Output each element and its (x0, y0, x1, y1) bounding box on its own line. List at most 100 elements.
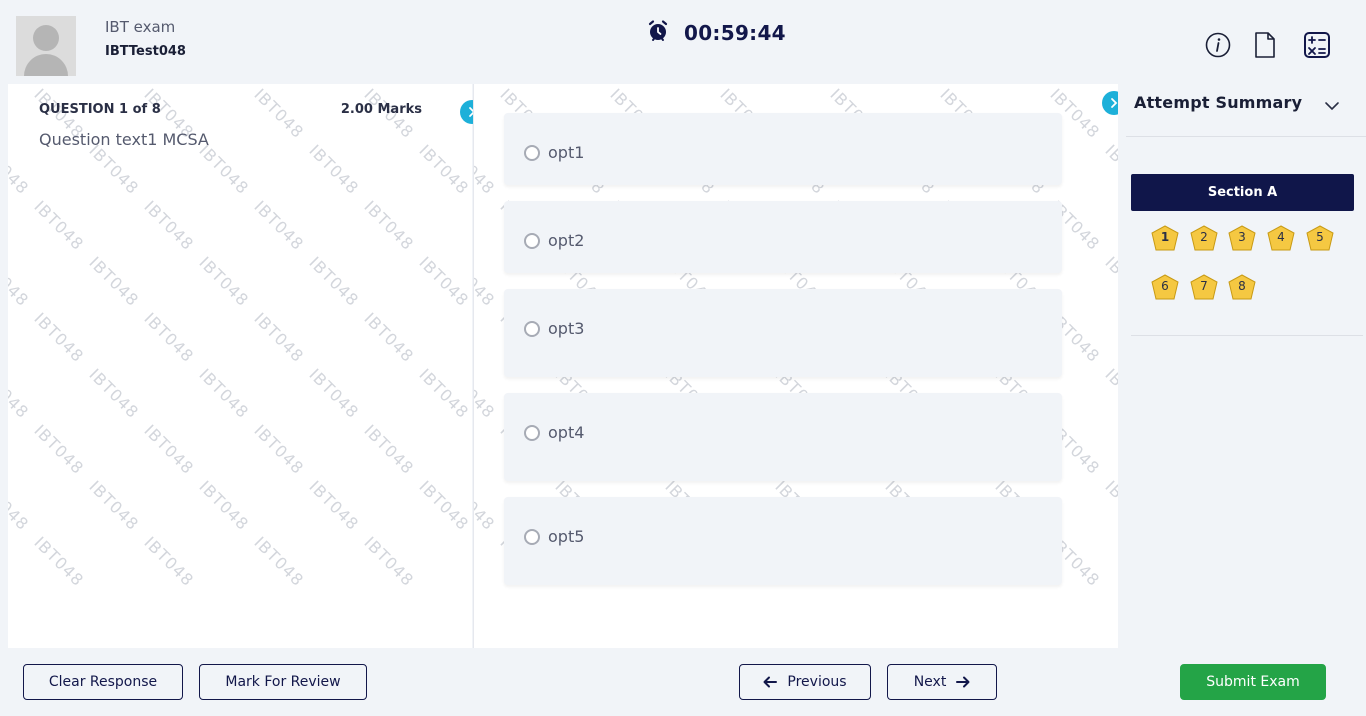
question-panel: IBT048 IBT048 IBT048 IBT048 IBT048 IBT048 IBT0… (8, 84, 472, 648)
watermark-text: IBT048 (551, 84, 608, 86)
option-4[interactable]: opt4 (504, 393, 1062, 481)
watermark-text: IBT048 (473, 140, 499, 199)
divider (1126, 136, 1366, 137)
option-label: opt3 (548, 319, 585, 338)
watermark-text: IBT048 (30, 196, 88, 255)
question-badge-7[interactable]: 7 (1190, 274, 1218, 300)
watermark-text: IBT048 (1101, 364, 1118, 423)
watermark-text: IBT048 (30, 532, 88, 591)
question-badge-8[interactable]: 8 (1228, 274, 1256, 300)
option-label: opt4 (548, 423, 585, 442)
watermark-text: IBT048 (140, 532, 198, 591)
watermark-text: IBT048 (470, 309, 472, 366)
calculator-icon[interactable] (1303, 30, 1331, 60)
question-badge-3[interactable]: 3 (1228, 225, 1256, 251)
arrow-left-icon (763, 676, 778, 688)
watermark-text: IBT048 (661, 84, 718, 86)
watermark-text: IBT048 (1101, 140, 1118, 199)
watermark-text: IBT048 (415, 84, 472, 86)
watermark-text: IBT048 (991, 84, 1048, 86)
watermark-text: IBT048 (195, 476, 253, 535)
watermark-text: IBT048 (140, 420, 198, 479)
watermark-text: IBT048 (305, 252, 363, 311)
section-header[interactable]: Section A (1131, 174, 1354, 211)
watermark-text: IBT048 (881, 84, 938, 86)
options-panel: IBT048 IBT048 IBT048 IBT048 IBT048 IBT048 IBT0… (473, 84, 1118, 648)
watermark-text: IBT048 (195, 252, 253, 311)
option-5[interactable]: opt5 (504, 497, 1062, 585)
question-badge-1[interactable]: 1 (1151, 225, 1179, 251)
watermark-text: IBT048 (85, 364, 143, 423)
watermark-text: IBT048 (305, 364, 363, 423)
watermark-text: IBT048 (250, 308, 308, 367)
attempt-summary-title: Attempt Summary (1134, 93, 1303, 112)
watermark-text: IBT048 (360, 532, 418, 591)
radio-button[interactable] (524, 321, 540, 337)
question-number: QUESTION 1 of 8 (39, 102, 161, 117)
watermark-text: IBT048 (250, 196, 308, 255)
watermark-text: IBT048 (85, 84, 142, 86)
watermark-text: IBT048 (250, 84, 308, 143)
clear-response-button[interactable]: Clear Response (23, 664, 183, 700)
watermark-text: IBT048 (140, 308, 198, 367)
watermark-text: IBT048 (8, 84, 33, 86)
option-label: opt2 (548, 231, 585, 250)
watermark-text: IBT048 (305, 84, 362, 86)
avatar (16, 16, 76, 76)
watermark-text: IBT048 (8, 364, 33, 423)
option-label: opt1 (548, 143, 585, 162)
watermark-text: IBT048 (415, 140, 472, 199)
watermark-text: IBT048 (1101, 84, 1118, 86)
watermark-text: IBT048 (250, 532, 308, 591)
document-icon[interactable] (1251, 30, 1279, 60)
watermark-text: IBT048 (250, 420, 308, 479)
watermark-text: IBT048 (140, 196, 198, 255)
next-button[interactable]: Next (887, 664, 997, 700)
question-text: Question text1 MCSA (39, 130, 209, 149)
info-icon[interactable] (1204, 30, 1232, 60)
question-badge-4[interactable]: 4 (1267, 225, 1295, 251)
header: IBT exam IBTTest048 00:59:44 (0, 0, 1366, 84)
watermark-text: IBT048 (8, 476, 33, 535)
submit-exam-button[interactable]: Submit Exam (1180, 664, 1326, 700)
question-badge-5[interactable]: 5 (1306, 225, 1334, 251)
radio-button[interactable] (524, 233, 540, 249)
watermark-text: IBT048 (305, 476, 363, 535)
watermark-text: IBT048 (30, 420, 88, 479)
chevron-down-icon[interactable] (1324, 96, 1340, 115)
watermark-text: IBT048 (360, 420, 418, 479)
watermark-text: IBT048 (415, 252, 472, 311)
watermark-text: IBT048 (474, 84, 499, 86)
watermark-text: IBT048 (473, 252, 499, 311)
exam-timer: 00:59:44 (646, 19, 786, 47)
question-badge-2[interactable]: 2 (1190, 225, 1218, 251)
attempt-summary-panel: Attempt Summary Section A 1 2 3 4 5 6 7 … (1118, 84, 1366, 648)
radio-button[interactable] (524, 145, 540, 161)
watermark-text: IBT048 (30, 308, 88, 367)
question-badge-6[interactable]: 6 (1151, 274, 1179, 300)
question-marks: 2.00 Marks (340, 102, 422, 117)
watermark-text: IBT048 (415, 476, 472, 535)
watermark-text: IBT048 (85, 252, 143, 311)
watermark-text: IBT048 (85, 140, 143, 199)
exam-name: IBT exam (105, 18, 176, 36)
watermark-text: IBT048 (195, 140, 253, 199)
watermark-text: IBT048 (195, 364, 253, 423)
watermark-text: IBT048 (360, 308, 418, 367)
user-id: IBTTest048 (105, 44, 186, 59)
radio-button[interactable] (524, 425, 540, 441)
option-3[interactable]: opt3 (504, 289, 1062, 377)
option-1[interactable]: opt1 (504, 113, 1062, 185)
radio-button[interactable] (524, 529, 540, 545)
previous-button[interactable]: Previous (739, 664, 871, 700)
mark-for-review-button[interactable]: Mark For Review (199, 664, 367, 700)
timer-text: 00:59:44 (684, 21, 786, 45)
watermark-text: IBT048 (470, 421, 472, 478)
arrow-right-icon (956, 676, 970, 688)
watermark-text: IBT048 (8, 140, 33, 199)
watermark-text: IBT048 (360, 196, 418, 255)
watermark-text: IBT048 (1101, 252, 1118, 311)
alarm-clock-icon (646, 19, 670, 47)
option-2[interactable]: opt2 (504, 201, 1062, 273)
option-label: opt5 (548, 527, 585, 546)
